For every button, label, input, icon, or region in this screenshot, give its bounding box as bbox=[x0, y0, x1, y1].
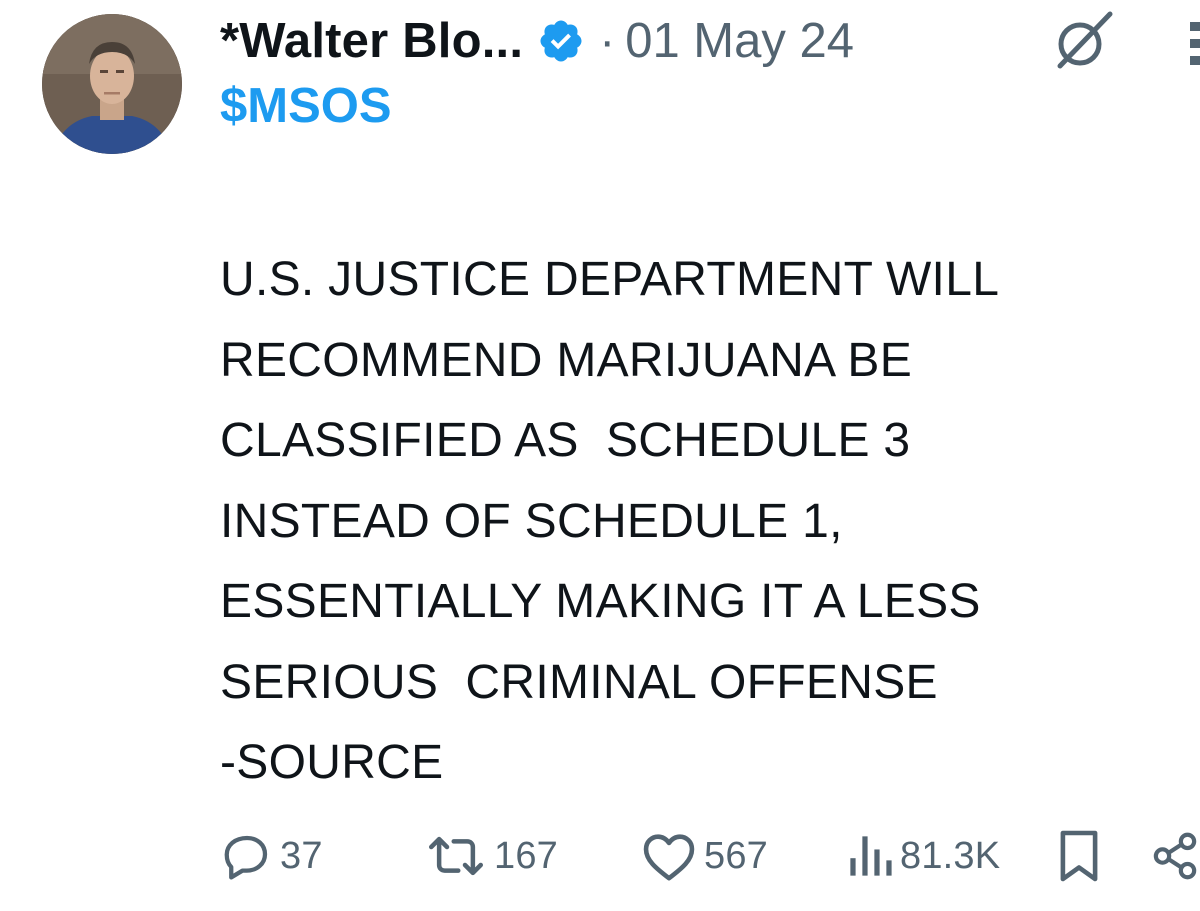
like-count: 567 bbox=[704, 834, 769, 877]
repost-button[interactable]: 167 bbox=[424, 826, 558, 886]
bookmark-icon bbox=[1060, 830, 1098, 882]
more-icon[interactable] bbox=[1186, 22, 1200, 66]
tweet-body-line: ESSENTIALLY MAKING IT A LESS bbox=[220, 575, 981, 628]
tweet-body-line: -SOURCE bbox=[220, 736, 444, 789]
tweet-body-line: U.S. JUSTICE DEPARTMENT WILL bbox=[220, 253, 1000, 306]
tweet: *Walter Blo... · 01 May 24 $MSOS U.S. JU… bbox=[0, 0, 1200, 911]
tweet-body-line: CLASSIFIED AS SCHEDULE 3 bbox=[220, 414, 911, 467]
tweet-body: U.S. JUSTICE DEPARTMENT WILL RECOMMEND M… bbox=[220, 240, 1180, 804]
action-bar: 37 167 567 81.3K bbox=[220, 826, 1200, 886]
views-button[interactable]: 81.3K bbox=[846, 826, 1000, 886]
like-icon bbox=[643, 834, 695, 881]
tweet-body-line: INSTEAD OF SCHEDULE 1, bbox=[220, 494, 843, 548]
share-icon bbox=[1153, 832, 1197, 880]
like-button[interactable]: 567 bbox=[640, 826, 768, 886]
tweet-body-line: SERIOUS CRIMINAL OFFENSE bbox=[220, 655, 938, 709]
views-icon bbox=[850, 836, 892, 876]
cashtag-link[interactable]: $MSOS bbox=[220, 78, 392, 134]
share-button[interactable] bbox=[1150, 826, 1200, 886]
date-separator: · bbox=[599, 14, 616, 68]
reply-button[interactable]: 37 bbox=[220, 826, 323, 886]
grok-icon[interactable] bbox=[1052, 10, 1114, 72]
views-count: 81.3K bbox=[900, 834, 1001, 877]
reply-icon bbox=[224, 835, 268, 880]
avatar[interactable] bbox=[42, 14, 182, 154]
repost-count: 167 bbox=[494, 834, 559, 877]
verified-badge-icon bbox=[540, 20, 582, 62]
avatar-photo bbox=[42, 14, 182, 154]
author-name[interactable]: *Walter Blo... bbox=[220, 13, 523, 69]
bookmark-button[interactable] bbox=[1056, 826, 1108, 886]
reply-count: 37 bbox=[280, 834, 323, 877]
tweet-date[interactable]: 01 May 24 bbox=[625, 13, 854, 69]
tweet-body-line: RECOMMEND MARIJUANA BE bbox=[220, 333, 913, 387]
tweet-header: *Walter Blo... · 01 May 24 bbox=[220, 6, 854, 76]
repost-icon bbox=[429, 836, 483, 876]
